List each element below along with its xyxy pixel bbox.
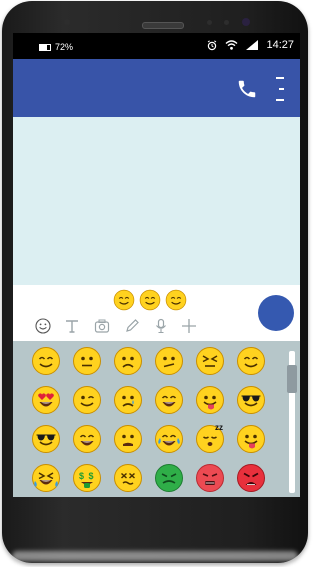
emoji-winking[interactable] xyxy=(72,385,102,415)
camera-icon[interactable] xyxy=(94,318,110,334)
alarm-icon xyxy=(208,39,217,50)
emoji-sleeping[interactable]: zz xyxy=(195,424,225,454)
emoji-dizzy[interactable] xyxy=(113,463,143,493)
draft-emoji-smiling xyxy=(113,289,135,311)
screen: 72% 14:27 zz $ $ xyxy=(13,33,300,497)
status-bar: 72% 14:27 xyxy=(13,33,300,59)
emoji-neutral[interactable] xyxy=(72,346,102,376)
status-right: 14:27 xyxy=(207,39,294,51)
wifi-icon xyxy=(225,40,238,50)
svg-text:zz: zz xyxy=(215,424,223,432)
draft-emoji-smiling xyxy=(139,289,161,311)
emoji-grinning[interactable] xyxy=(154,385,184,415)
svg-text:$: $ xyxy=(89,471,94,481)
emoji-confused[interactable] xyxy=(154,346,184,376)
emoji-keyboard: zz $ $ xyxy=(13,341,300,497)
emoji-heart-eyes[interactable] xyxy=(31,385,61,415)
emoji-squinting[interactable] xyxy=(195,346,225,376)
earpiece-speaker xyxy=(142,22,184,29)
text-format-icon[interactable] xyxy=(64,318,80,334)
signal-icon xyxy=(246,40,259,50)
message-input[interactable] xyxy=(13,285,253,315)
draft-emoji-smiling xyxy=(165,289,187,311)
pen-icon[interactable] xyxy=(124,318,140,334)
send-button[interactable] xyxy=(258,295,294,331)
composer xyxy=(13,285,300,341)
app-bar xyxy=(13,59,300,117)
plus-icon[interactable] xyxy=(181,318,197,334)
proximity-sensor xyxy=(207,20,212,25)
emoji-tongue-out[interactable] xyxy=(195,385,225,415)
chat-area xyxy=(13,117,300,285)
light-sensor xyxy=(224,20,229,25)
draft-emoji-row xyxy=(113,289,187,311)
emoji-sunglasses[interactable] xyxy=(236,385,266,415)
emoji-angry[interactable] xyxy=(195,463,225,493)
emoji-crying[interactable] xyxy=(113,385,143,415)
emoji-worried[interactable] xyxy=(113,424,143,454)
emoji-icon[interactable] xyxy=(35,318,51,334)
phone-shadow xyxy=(12,551,298,561)
battery-icon xyxy=(39,43,51,51)
emoji-tongue-out[interactable] xyxy=(236,424,266,454)
emoji-scroll-thumb[interactable] xyxy=(287,365,297,393)
emoji-crying-laughing[interactable] xyxy=(154,424,184,454)
clock: 14:27 xyxy=(266,39,294,51)
emoji-smiling[interactable] xyxy=(236,346,266,376)
emoji-grinning[interactable] xyxy=(72,424,102,454)
more-vert-icon[interactable] xyxy=(276,77,284,101)
emoji-laughing-tears[interactable] xyxy=(31,463,61,493)
emoji-sunglasses[interactable] xyxy=(31,424,61,454)
battery-percent: 72% xyxy=(55,42,74,52)
emoji-smiling[interactable] xyxy=(31,346,61,376)
emoji-money-mouth[interactable]: $ $ xyxy=(72,463,102,493)
emoji-angry-red[interactable] xyxy=(236,463,266,493)
svg-text:$: $ xyxy=(79,471,84,481)
mic-icon[interactable] xyxy=(153,318,169,334)
phone-frame: 72% 14:27 zz $ $ xyxy=(2,1,308,563)
front-camera xyxy=(64,19,70,25)
battery-status: 72% xyxy=(39,42,73,52)
emoji-frowning[interactable] xyxy=(113,346,143,376)
camera-lens xyxy=(242,18,250,26)
emoji-nauseated[interactable] xyxy=(154,463,184,493)
phone-icon[interactable] xyxy=(236,78,258,100)
